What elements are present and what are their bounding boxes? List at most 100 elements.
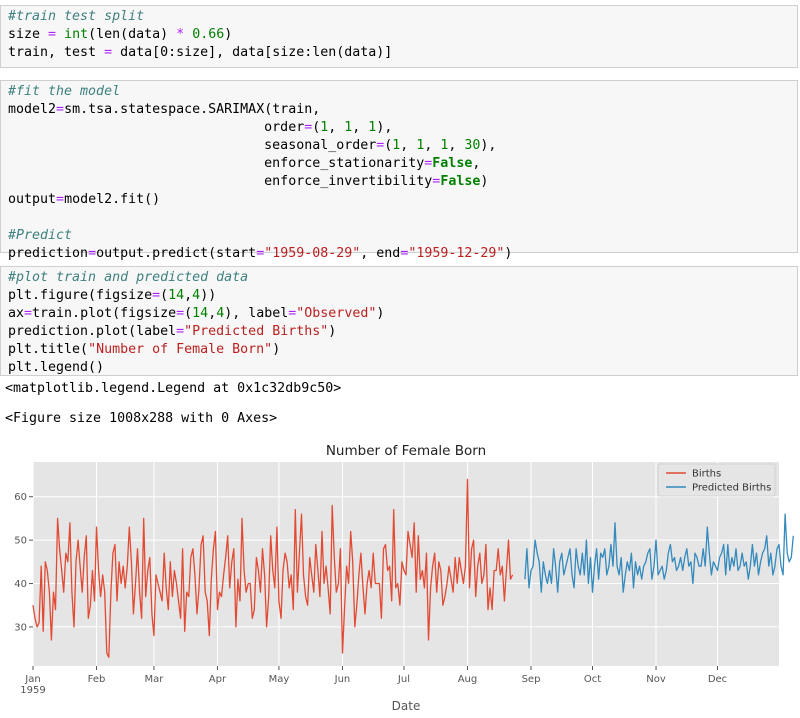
code-token: enforce_stationarity — [8, 156, 425, 171]
code-token: = — [56, 192, 65, 207]
code-token: = — [56, 102, 65, 117]
code-token: output.predict(start — [96, 246, 257, 261]
y-tick-label: 40 — [14, 579, 27, 590]
code-token: "Predicted Births" — [184, 324, 329, 339]
code-token: False — [432, 156, 473, 171]
code-token: enforce_invertibility — [8, 174, 433, 189]
code-token: size — [8, 27, 49, 42]
x-axis-label: Date — [392, 699, 421, 713]
code-token: 30 — [464, 138, 481, 153]
code-token: (len(data) — [88, 27, 177, 42]
code-token: , — [472, 156, 481, 171]
x-tick-label: Apr — [209, 674, 227, 685]
code-cell-plot[interactable]: #plot train and predicted data plt.figur… — [0, 266, 798, 376]
x-tick-label: Nov — [646, 674, 666, 685]
legend-label-predicted-births: Predicted Births — [692, 483, 771, 494]
code-token: #fit the model — [8, 84, 121, 99]
code-token: data[0:size], data[size:len(data)] — [112, 45, 393, 60]
code-token: prediction.plot(label — [8, 324, 177, 339]
code-token: ), — [480, 138, 497, 153]
code-token: , — [352, 120, 369, 135]
code-token: , — [184, 288, 193, 303]
x-tick-label: Sep — [522, 674, 541, 685]
code-token: ( — [160, 288, 169, 303]
code-token: False — [440, 174, 481, 189]
code-token: 14 — [192, 306, 209, 321]
x-tick-label: Feb — [88, 674, 106, 685]
code-token: 0.66 — [192, 27, 225, 42]
code-token: plt.figure(figsize — [8, 288, 153, 303]
code-token: = — [104, 45, 113, 60]
code-token: ) — [224, 27, 233, 42]
code-token: order — [8, 120, 305, 135]
x-tick-label: Dec — [708, 674, 727, 685]
legend-output-text: <matplotlib.legend.Legend at 0x1c32db9c5… — [5, 381, 342, 396]
code-token: train, test — [8, 45, 105, 60]
x-tick-label: Jun — [334, 674, 351, 685]
code-token: 14 — [168, 288, 185, 303]
code-token: ) — [480, 174, 489, 189]
x-tick-label: Oct — [584, 674, 601, 685]
x-tick-label: May — [269, 674, 290, 685]
code-token: )) — [200, 288, 217, 303]
x-tick-label: Jan — [24, 674, 40, 685]
code-token: 4 — [192, 288, 201, 303]
line-chart: Jan1959 Feb Mar Apr May Jun Jul Aug Sep Oct Nov Dec… — [14, 443, 794, 713]
code-token: = — [176, 306, 185, 321]
x-tick-label: Aug — [458, 674, 478, 685]
code-token: int — [64, 27, 89, 42]
code-token: prediction — [8, 246, 89, 261]
code-token: * — [176, 27, 185, 42]
code-token: , — [448, 138, 465, 153]
y-tick-label: 60 — [14, 492, 27, 503]
x-tick-label: Jul — [397, 674, 410, 685]
code-token: = — [152, 288, 161, 303]
code-cell-split[interactable]: #train test split size = int(len(data) *… — [0, 5, 798, 68]
code-token: = — [176, 324, 185, 339]
code-token: , end — [360, 246, 401, 261]
code-token: model2.fit() — [64, 192, 161, 207]
code-token: #train test split — [8, 9, 145, 24]
code-token: = — [88, 246, 97, 261]
code-token: ax — [8, 306, 25, 321]
code-token: model2 — [8, 102, 57, 117]
code-token: "Observed" — [296, 306, 377, 321]
code-content[interactable]: #fit the model model2=sm.tsa.statespace.… — [1, 81, 797, 265]
code-content[interactable]: #train test split size = int(len(data) *… — [1, 6, 797, 64]
code-cell-model[interactable]: #fit the model model2=sm.tsa.statespace.… — [0, 80, 798, 261]
legend-label-births: Births — [692, 469, 721, 480]
figure-output-text: <Figure size 1008x288 with 0 Axes> — [5, 411, 278, 426]
code-token: , — [400, 138, 417, 153]
code-token: plt.legend() — [8, 360, 105, 375]
code-token: ( — [184, 306, 193, 321]
code-token: "Number of Female Born" — [88, 342, 273, 357]
code-token: #plot train and predicted data — [8, 270, 249, 285]
code-token: , — [328, 120, 345, 135]
code-token: train.plot(figsize — [32, 306, 177, 321]
code-token: plt.title( — [8, 342, 89, 357]
x-tick-label: Mar — [144, 674, 164, 685]
code-token: output — [8, 192, 57, 207]
code-token: ) — [272, 342, 281, 357]
code-token: ) — [376, 306, 385, 321]
code-token: = — [24, 306, 33, 321]
code-token: seasonal_order — [8, 138, 377, 153]
code-content[interactable]: #plot train and predicted data plt.figur… — [1, 267, 797, 379]
code-token: ), — [376, 120, 393, 135]
y-tick-label: 50 — [14, 536, 27, 547]
code-token: "1959-08-29" — [264, 246, 361, 261]
code-token: = — [48, 27, 57, 42]
code-token: ) — [328, 324, 337, 339]
code-token: , — [424, 138, 441, 153]
code-token: , — [208, 306, 217, 321]
code-token: ), label — [224, 306, 289, 321]
code-token: sm.tsa.statespace.SARIMAX(train, — [64, 102, 321, 117]
code-token: "1959-12-29" — [408, 246, 505, 261]
code-token: #Predict — [8, 228, 73, 243]
code-token: ) — [504, 246, 513, 261]
chart-title: Number of Female Born — [326, 443, 486, 459]
y-tick-label: 30 — [14, 622, 27, 633]
x-tick-label: 1959 — [20, 685, 45, 696]
